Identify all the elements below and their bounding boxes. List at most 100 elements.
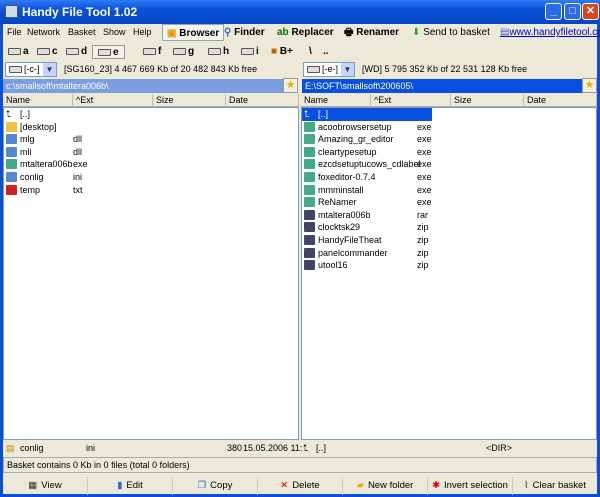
- drive-g[interactable]: g: [173, 45, 194, 59]
- menu-show[interactable]: Show: [103, 27, 126, 37]
- file-row[interactable]: utool16 zip: [302, 259, 596, 272]
- browser-icon: ▣: [167, 28, 177, 39]
- file-row[interactable]: panelcommander zip: [302, 247, 596, 260]
- right-path[interactable]: E:\SOFT\smallsoft\200605\: [302, 79, 582, 93]
- right-drive-select[interactable]: [-e-] ▼: [303, 62, 355, 77]
- title-bar: Handy File Tool 1.02 _ □ ✕: [0, 0, 600, 24]
- close-button[interactable]: ✕: [582, 3, 599, 20]
- file-row[interactable]: HandyFileTheat zip: [302, 234, 596, 247]
- menu-file[interactable]: File: [7, 27, 22, 37]
- file-row[interactable]: mli dll: [4, 146, 298, 159]
- file-ext: exe: [417, 197, 432, 208]
- left-path[interactable]: c:\smallsoft\mtaltera006b\: [3, 79, 283, 93]
- file-row[interactable]: ⮤ [..]: [4, 108, 298, 121]
- disk-icon: [66, 47, 79, 55]
- file-row[interactable]: temp txt: [4, 184, 298, 197]
- down-arrow-icon: ⬇: [412, 27, 421, 38]
- file-row[interactable]: mtaltera006b exe: [4, 158, 298, 171]
- view-button[interactable]: ▦ View: [3, 477, 88, 495]
- file-row[interactable]: mmminstall exe: [302, 184, 596, 197]
- file-row[interactable]: [desktop]: [4, 121, 298, 134]
- status-right-name: [..]: [316, 443, 327, 453]
- col-ext[interactable]: ^Ext: [371, 94, 451, 107]
- file-ext: exe: [417, 134, 432, 145]
- file-name: [..]: [318, 109, 329, 119]
- menu-network[interactable]: Network: [27, 27, 60, 37]
- edit-icon: ▮: [117, 480, 123, 491]
- file-row[interactable]: ezcdsetuptucows_cdlabel exe: [302, 158, 596, 171]
- status-size: 380: [227, 443, 243, 453]
- right-drive-info: [WD] 5 795 352 Kb of 22 531 128 Kb free: [362, 64, 528, 74]
- file-icon: [6, 184, 17, 195]
- renamer-button[interactable]: 🖶 Renamer: [344, 24, 399, 42]
- file-row[interactable]: mtaltera006b rar: [302, 209, 596, 222]
- drive-h[interactable]: h: [208, 45, 229, 59]
- right-column-header: Name ^Ext Size Date: [301, 94, 597, 107]
- edit-button[interactable]: ▮ Edit: [88, 477, 173, 495]
- maximize-button[interactable]: □: [564, 3, 581, 20]
- file-row[interactable]: conlig ini: [4, 171, 298, 184]
- file-name: conlig: [20, 171, 44, 182]
- delete-button[interactable]: ✕ Delete: [258, 477, 343, 495]
- left-drive-info: [SG160_23] 4 467 669 Kb of 20 482 843 Kb…: [64, 64, 258, 74]
- col-ext[interactable]: ^Ext: [73, 94, 153, 107]
- file-row[interactable]: ⮤ [..]: [302, 108, 432, 121]
- basket-status: Basket contains 0 Kb in 0 files (total 0…: [3, 457, 597, 473]
- file-row[interactable]: ReNamer exe: [302, 196, 596, 209]
- replacer-button[interactable]: ab Replacer: [277, 24, 334, 42]
- basket-icon: ■: [271, 46, 278, 57]
- minimize-button[interactable]: _: [545, 3, 562, 20]
- col-date[interactable]: Date: [226, 94, 299, 107]
- finder-button[interactable]: ⚲ Finder: [224, 24, 265, 42]
- bottom-toolbar: ▦ View ▮ Edit ❐ Copy ✕ Delete ▰ New folder ✱ I…: [3, 477, 597, 495]
- col-date[interactable]: Date: [524, 94, 597, 107]
- copy-button[interactable]: ❐ Copy: [173, 477, 258, 495]
- file-icon: [304, 260, 315, 271]
- file-row[interactable]: mlg dll: [4, 133, 298, 146]
- file-icon: [304, 134, 315, 145]
- drive-a[interactable]: a: [8, 45, 29, 59]
- send-to-basket-button[interactable]: ⬇ Send to basket: [412, 24, 490, 42]
- status-bar: ▤ conlig ini 380 15.05.2006 11: ⮤ [..] <…: [3, 441, 597, 455]
- clear-basket-button[interactable]: ⌇ Clear basket: [513, 477, 597, 495]
- right-file-list[interactable]: ⮤ [..] acoobrowsersetup exe Amazing_gr_edito…: [301, 107, 597, 440]
- file-name: mtaltera006b: [20, 159, 73, 170]
- drive-i[interactable]: i: [241, 45, 259, 59]
- file-row[interactable]: Amazing_gr_editor exe: [302, 133, 596, 146]
- file-ext: exe: [73, 159, 88, 170]
- col-name[interactable]: Name: [3, 94, 73, 107]
- left-drive-select[interactable]: [-c-] ▼: [5, 62, 57, 77]
- menu-help[interactable]: Help: [133, 27, 152, 37]
- drive-c[interactable]: c: [37, 45, 58, 59]
- file-ext: rar: [417, 209, 428, 220]
- replace-icon: ab: [277, 27, 289, 38]
- menu-basket[interactable]: Basket: [68, 27, 96, 37]
- file-row[interactable]: foxeditor-0.7.4 exe: [302, 171, 596, 184]
- status-date: 15.05.2006 11:: [243, 443, 303, 453]
- parent-dir-icon: ⮤: [6, 109, 12, 119]
- file-icon: [304, 159, 315, 170]
- drive-e[interactable]: e: [92, 45, 125, 59]
- browser-button[interactable]: ▣ Browser: [162, 24, 225, 41]
- file-row[interactable]: clocktsk29 zip: [302, 221, 596, 234]
- root-button[interactable]: \: [309, 45, 312, 59]
- renamer-icon: 🖶: [344, 27, 354, 38]
- left-file-list[interactable]: ⮤ [..] [desktop] mlg dll mli dll mtaltera006b ex…: [3, 107, 299, 440]
- file-row[interactable]: cleartypesetup exe: [302, 146, 596, 159]
- file-ext: exe: [417, 159, 432, 170]
- file-row[interactable]: acoobrowsersetup exe: [302, 121, 596, 134]
- parent-button[interactable]: ..: [323, 45, 329, 59]
- file-name: mlg: [20, 134, 35, 145]
- left-favorite-star-icon[interactable]: ★: [283, 78, 298, 93]
- basket-drive[interactable]: ■ B+: [271, 45, 293, 59]
- new-folder-button[interactable]: ▰ New folder: [343, 477, 428, 495]
- file-name: acoobrowsersetup: [318, 121, 392, 132]
- drive-f[interactable]: f: [143, 45, 161, 59]
- invert-selection-button[interactable]: ✱ Invert selection: [428, 477, 513, 495]
- right-favorite-star-icon[interactable]: ★: [582, 78, 597, 93]
- col-size[interactable]: Size: [153, 94, 226, 107]
- website-link[interactable]: ▤www.handyfiletool.com: [500, 24, 600, 42]
- col-name[interactable]: Name: [301, 94, 371, 107]
- drive-d[interactable]: d: [66, 45, 87, 59]
- col-size[interactable]: Size: [451, 94, 524, 107]
